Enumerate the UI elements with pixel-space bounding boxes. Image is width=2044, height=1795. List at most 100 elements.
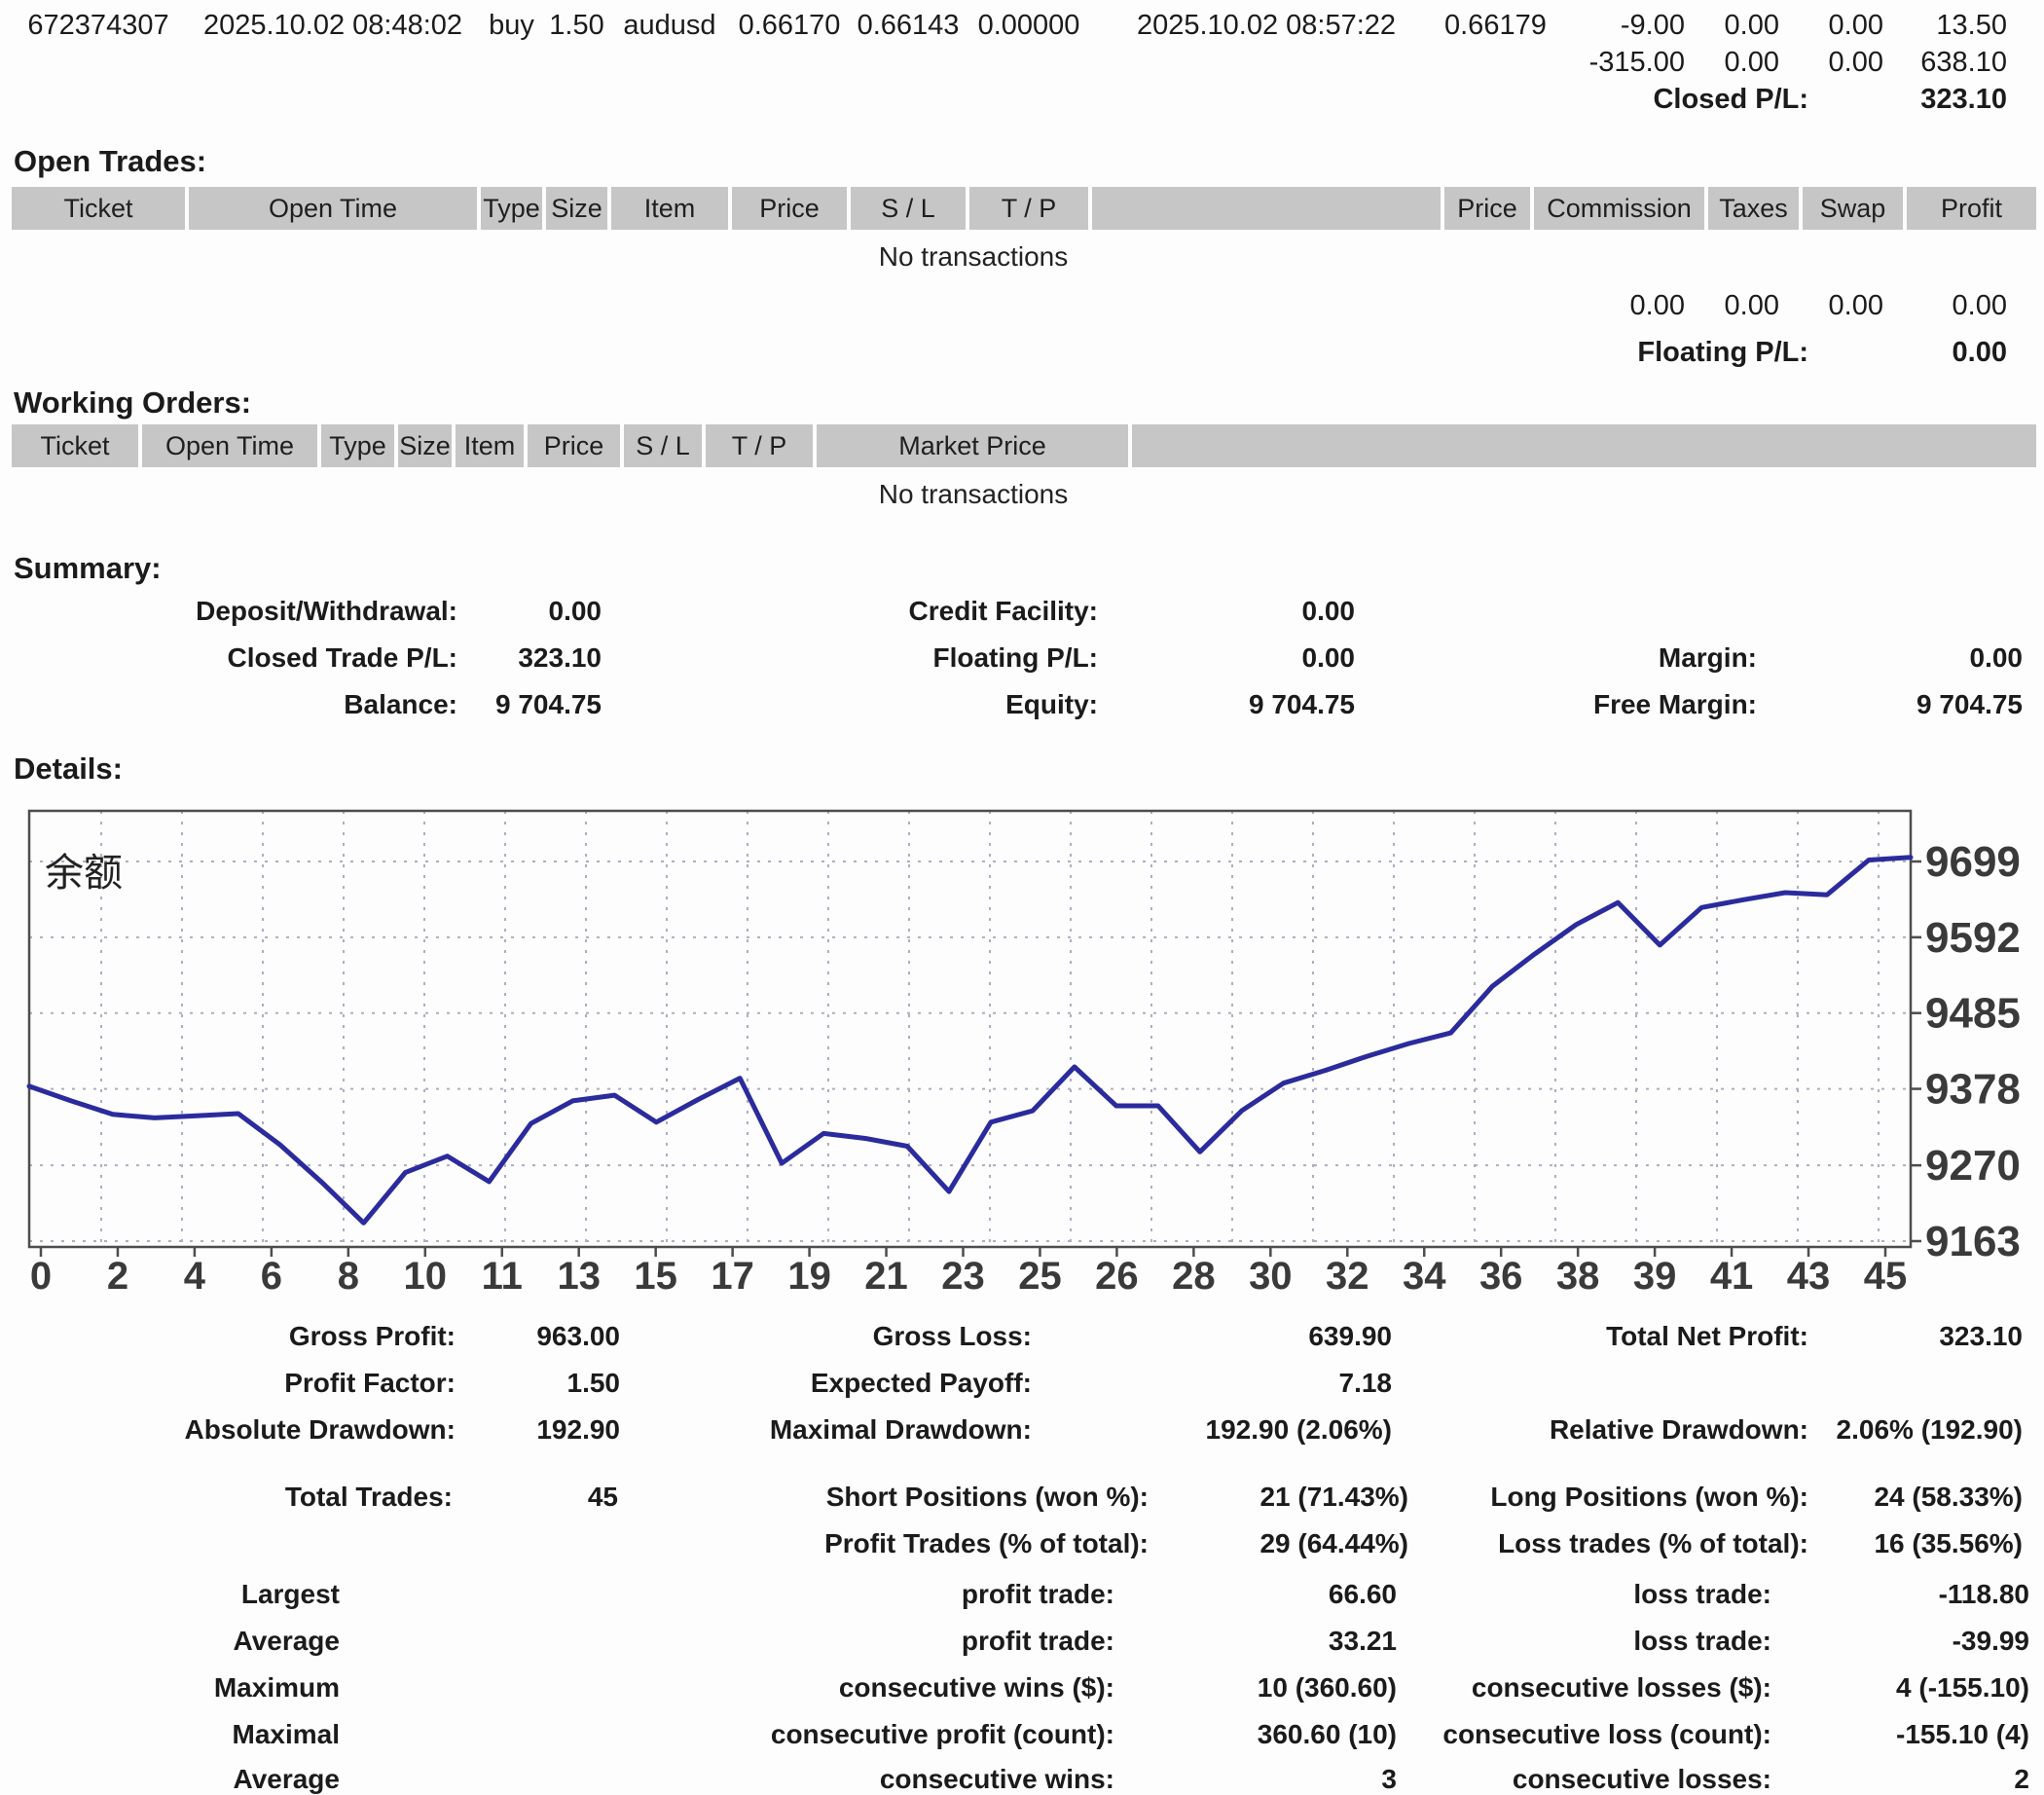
col-item: Item bbox=[456, 424, 524, 467]
stat-label: consecutive profit (count): bbox=[771, 1717, 1114, 1752]
svg-text:43: 43 bbox=[1787, 1255, 1831, 1298]
stat-label: consecutive losses: bbox=[1513, 1762, 1771, 1795]
stat-label: Largest bbox=[241, 1577, 340, 1612]
summary-value: 9 704.75 bbox=[495, 687, 602, 722]
stat-label: consecutive losses ($): bbox=[1472, 1670, 1771, 1705]
stat-label: Profit Trades (% of total): bbox=[824, 1526, 1149, 1561]
summary-label: Credit Facility: bbox=[909, 594, 1098, 629]
stat-value: -39.99 bbox=[1953, 1624, 2029, 1659]
cell-item: audusd bbox=[611, 8, 728, 43]
stat-value: -118.80 bbox=[1939, 1577, 2029, 1612]
svg-text:9163: 9163 bbox=[1925, 1218, 2021, 1265]
stat-value: 10 (360.60) bbox=[1258, 1670, 1397, 1705]
col-tp: T / P bbox=[706, 424, 813, 467]
stat-value: 33.21 bbox=[1329, 1624, 1397, 1659]
svg-text:39: 39 bbox=[1633, 1255, 1677, 1298]
stat-label: loss trade: bbox=[1633, 1577, 1771, 1612]
svg-text:41: 41 bbox=[1710, 1255, 1754, 1298]
closed-pl-row: Closed P/L: 323.10 bbox=[0, 82, 2044, 117]
closed-trade-row: 672374307 2025.10.02 08:48:02 buy 1.50 a… bbox=[0, 8, 2036, 43]
summary-title: Summary: bbox=[14, 551, 162, 586]
col-open-time: Open Time bbox=[142, 424, 317, 467]
total-taxes: 0.00 bbox=[1708, 45, 1799, 80]
col-tp: T / P bbox=[969, 187, 1088, 230]
svg-text:17: 17 bbox=[711, 1255, 754, 1298]
closed-pl-value: 323.10 bbox=[1920, 82, 2007, 117]
closed-totals-row: -315.00 0.00 0.00 638.10 bbox=[0, 45, 2036, 80]
stat-value: 323.10 bbox=[1939, 1319, 2023, 1354]
open-trades-header: Ticket Open Time Type Size Item Price S … bbox=[0, 187, 2036, 230]
summary-label: Free Margin: bbox=[1593, 687, 1757, 722]
svg-text:19: 19 bbox=[787, 1255, 831, 1298]
svg-text:13: 13 bbox=[557, 1255, 601, 1298]
stat-label: Maximum bbox=[214, 1670, 340, 1705]
total-swap: 0.00 bbox=[1803, 45, 1903, 80]
col-commission: Commission bbox=[1534, 187, 1704, 230]
stat-label: Gross Loss: bbox=[873, 1319, 1032, 1354]
stat-value: 24 (58.33%) bbox=[1874, 1480, 2023, 1515]
stats-row: Maximum consecutive wins ($): 10 (360.60… bbox=[0, 1670, 2044, 1705]
working-orders-header: Ticket Open Time Type Size Item Price S … bbox=[0, 424, 2036, 467]
stat-label: profit trade: bbox=[962, 1624, 1114, 1659]
svg-text:36: 36 bbox=[1479, 1255, 1523, 1298]
svg-text:9270: 9270 bbox=[1925, 1142, 2021, 1190]
stat-value: 29 (64.44%) bbox=[1259, 1526, 1408, 1561]
floating-pl-label: Floating P/L: bbox=[1637, 335, 1808, 370]
col-type: Type bbox=[481, 187, 542, 230]
svg-text:34: 34 bbox=[1403, 1255, 1446, 1298]
cell-open-time: 2025.10.02 08:48:02 bbox=[189, 8, 477, 43]
summary-label: Floating P/L: bbox=[932, 641, 1098, 676]
stat-label: Loss trades (% of total): bbox=[1498, 1526, 1808, 1561]
chart-axis-labels: 9699959294859378927091630246810111315171… bbox=[30, 838, 2021, 1298]
col-sl: S / L bbox=[851, 187, 966, 230]
summary-row: Deposit/Withdrawal: 0.00 Credit Facility… bbox=[0, 594, 2044, 629]
chart-series-label: 余额 bbox=[45, 852, 123, 895]
summary-label: Balance: bbox=[344, 687, 457, 722]
stat-value: 1.50 bbox=[567, 1366, 621, 1401]
working-orders-title: Working Orders: bbox=[14, 385, 251, 421]
stat-label: Average bbox=[234, 1762, 340, 1795]
open-total-taxes: 0.00 bbox=[1708, 288, 1799, 323]
cell-type: buy bbox=[481, 8, 542, 43]
col-open-time: Open Time bbox=[189, 187, 477, 230]
svg-text:28: 28 bbox=[1172, 1255, 1216, 1298]
stat-value: 7.18 bbox=[1339, 1366, 1393, 1401]
stats-row: Average profit trade: 33.21 loss trade: … bbox=[0, 1624, 2044, 1659]
stat-value: 963.00 bbox=[536, 1319, 620, 1354]
summary-value: 0.00 bbox=[1302, 594, 1356, 629]
cell-close-price: 0.66179 bbox=[1444, 8, 1530, 43]
col-ticket: Ticket bbox=[12, 187, 185, 230]
svg-text:0: 0 bbox=[30, 1255, 52, 1298]
stat-value: 2.06% (192.90) bbox=[1837, 1412, 2023, 1447]
open-trades-title: Open Trades: bbox=[14, 144, 206, 179]
stats-row: Profit Trades (% of total): 29 (64.44%) … bbox=[0, 1526, 2044, 1561]
summary-value: 0.00 bbox=[1970, 641, 2024, 676]
svg-text:9485: 9485 bbox=[1925, 990, 2021, 1038]
chart-gridlines bbox=[29, 811, 1911, 1247]
svg-text:38: 38 bbox=[1556, 1255, 1600, 1298]
stat-label: Total Trades: bbox=[285, 1480, 453, 1515]
cell-commission: -9.00 bbox=[1534, 8, 1704, 43]
col-market-price: Market Price bbox=[817, 424, 1128, 467]
cell-profit: 13.50 bbox=[1907, 8, 2036, 43]
col-price: Price bbox=[732, 187, 847, 230]
cell-price: 0.66170 bbox=[732, 8, 847, 43]
summary-label: Deposit/Withdrawal: bbox=[196, 594, 457, 629]
col-price2: Price bbox=[1444, 187, 1530, 230]
floating-pl-value: 0.00 bbox=[1953, 335, 2007, 370]
stat-label: consecutive wins: bbox=[880, 1762, 1114, 1795]
summary-value: 9 704.75 bbox=[1249, 687, 1355, 722]
col-item: Item bbox=[611, 187, 728, 230]
details-title: Details: bbox=[14, 751, 123, 787]
svg-text:30: 30 bbox=[1249, 1255, 1293, 1298]
cell-swap: 0.00 bbox=[1803, 8, 1903, 43]
stat-value: 360.60 (10) bbox=[1258, 1717, 1397, 1752]
balance-line bbox=[29, 858, 1911, 1224]
stat-label: Total Net Profit: bbox=[1606, 1319, 1808, 1354]
stat-value: 16 (35.56%) bbox=[1874, 1526, 2023, 1561]
stat-label: Average bbox=[234, 1624, 340, 1659]
col-profit: Profit bbox=[1907, 187, 2036, 230]
col-ticket: Ticket bbox=[12, 424, 138, 467]
stat-label: consecutive loss (count): bbox=[1442, 1717, 1771, 1752]
chart-border bbox=[29, 811, 1911, 1247]
